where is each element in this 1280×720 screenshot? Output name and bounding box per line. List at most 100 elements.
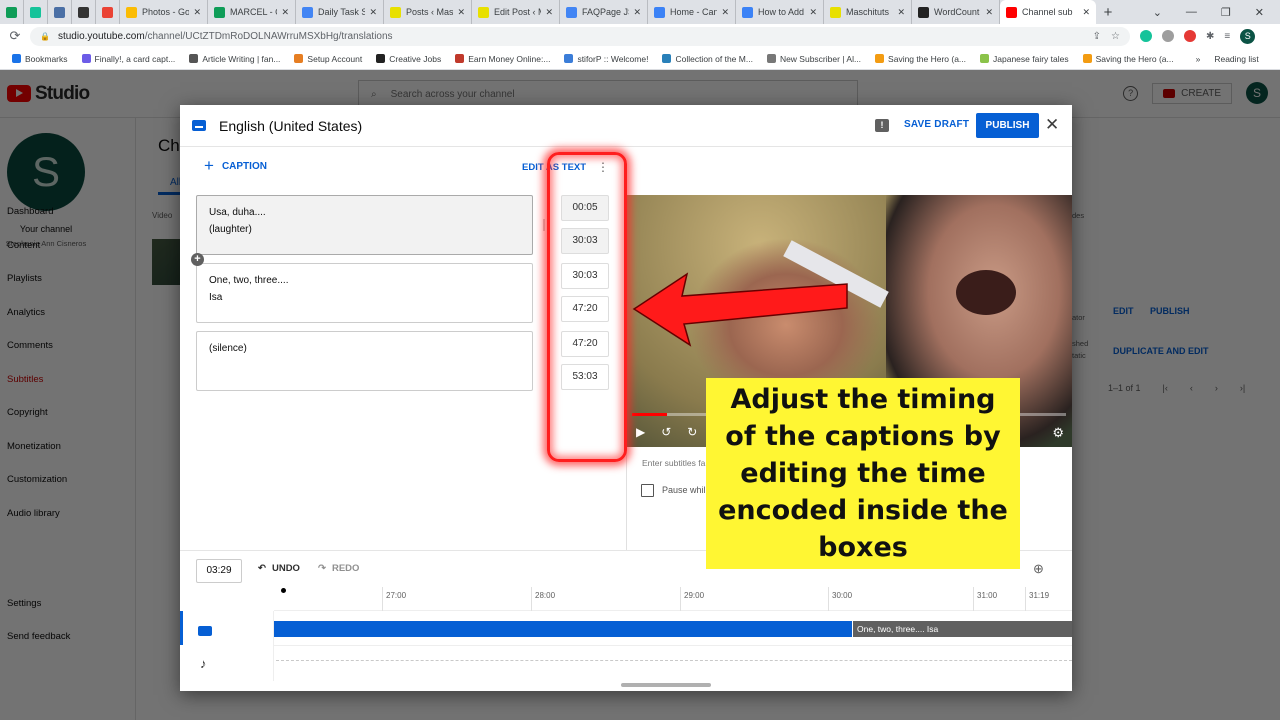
browser-tab[interactable]: Maschituts ✕: [824, 0, 912, 24]
tab-close-icon[interactable]: ✕: [721, 7, 729, 18]
reading-list-icon[interactable]: ≡: [1224, 31, 1230, 42]
tab-close-icon[interactable]: ✕: [369, 7, 377, 18]
extension-icon[interactable]: [1162, 30, 1174, 42]
settings-gear-icon[interactable]: ⚙: [1052, 425, 1064, 441]
browser-tab[interactable]: FAQPage JS ✕: [560, 0, 648, 24]
close-icon[interactable]: ✕: [1045, 115, 1059, 135]
tab-close-icon[interactable]: ✕: [897, 7, 905, 18]
browser-tab[interactable]: How to Add ✕: [736, 0, 824, 24]
current-time-input[interactable]: 03:29: [196, 559, 242, 583]
tab-title: Posts ‹ Mas: [406, 7, 454, 17]
browser-tab[interactable]: Daily Task S ✕: [296, 0, 384, 24]
save-draft-button[interactable]: SAVE DRAFT: [904, 119, 969, 130]
reload-icon[interactable]: ⟳: [0, 28, 30, 44]
add-caption-button[interactable]: + CAPTION: [204, 157, 267, 174]
rewind-icon[interactable]: ↺: [661, 425, 671, 439]
publish-button[interactable]: PUBLISH: [976, 113, 1039, 138]
caption-text-box[interactable]: One, two, three.... Isa: [196, 263, 533, 323]
video-progress-fill: [632, 413, 667, 416]
minimize-icon[interactable]: —: [1186, 6, 1197, 19]
browser-tab[interactable]: WordCount ✕: [912, 0, 1000, 24]
tab-close-icon[interactable]: ✕: [193, 7, 201, 18]
browser-tab[interactable]: Edit Post ‹ M ✕: [472, 0, 560, 24]
timeline-ruler[interactable]: 27:00 28:00 29:00 30:00 31:00 31:19: [274, 587, 1072, 611]
music-note-icon: ♪: [200, 656, 207, 671]
bookmark-item[interactable]: stiforP :: Welcome!: [564, 54, 648, 64]
browser-tab[interactable]: Posts ‹ Mas ✕: [384, 0, 472, 24]
browser-tab[interactable]: [72, 0, 96, 24]
pause-while-typing-checkbox[interactable]: [641, 484, 654, 497]
browser-tab[interactable]: Home - Can ✕: [648, 0, 736, 24]
forward-icon[interactable]: ↻: [687, 425, 697, 439]
tab-close-icon[interactable]: ✕: [985, 7, 993, 18]
reading-list-button[interactable]: Reading list: [1214, 54, 1258, 64]
share-icon[interactable]: ⇪: [1093, 31, 1101, 42]
tab-close-icon[interactable]: ✕: [281, 7, 289, 18]
browser-tab[interactable]: MARCEL - G ✕: [208, 0, 296, 24]
bookmark-item[interactable]: Japanese fairy tales: [980, 54, 1069, 64]
browser-tab[interactable]: [96, 0, 120, 24]
grammarly-extension-icon[interactable]: [1140, 30, 1152, 42]
mt-icon: [830, 6, 841, 18]
redo-button[interactable]: ↷ REDO: [318, 563, 359, 574]
bookmark-label: Article Writing | fan...: [202, 53, 281, 64]
browser-tab-active[interactable]: Channel sub ✕: [1000, 0, 1096, 24]
dialog-title: English (United States): [219, 118, 363, 134]
tab-close-icon[interactable]: ✕: [633, 7, 641, 18]
photos-icon: [126, 6, 137, 18]
tab-close-icon[interactable]: ✕: [809, 7, 817, 18]
new-tab-button[interactable]: +: [1096, 4, 1120, 21]
browser-tab[interactable]: [0, 0, 24, 24]
tab-close-icon[interactable]: ✕: [545, 7, 553, 18]
bookmark-item[interactable]: Finally!, a card capt...: [81, 54, 175, 64]
megaphone-extension-icon[interactable]: [1184, 30, 1196, 42]
timeline-scrollbar[interactable]: [621, 683, 711, 687]
subtitles-track-icon: [198, 626, 212, 636]
bookmark-item[interactable]: Creative Jobs: [376, 54, 441, 64]
bookmark-item[interactable]: Saving the Hero (a...: [875, 54, 966, 64]
caption-track[interactable]: One, two, three.... Isa: [274, 621, 1072, 637]
browser-tab-bar: Photos - Go ✕ MARCEL - G ✕ Daily Task S ✕ Post…: [0, 0, 1280, 24]
resize-handle[interactable]: [543, 219, 545, 231]
caption-text-box[interactable]: Usa, duha.... (laughter): [196, 195, 533, 255]
caption-segment[interactable]: One, two, three.... Isa: [853, 621, 1072, 637]
canva-icon: [742, 6, 753, 18]
insert-caption-icon[interactable]: +: [191, 253, 204, 266]
window-close-icon[interactable]: ✕: [1255, 6, 1264, 19]
grammarly-icon: [30, 6, 41, 18]
browser-tab[interactable]: Photos - Go ✕: [120, 0, 208, 24]
more-bookmarks-icon[interactable]: »: [1196, 54, 1201, 64]
playhead[interactable]: [281, 588, 286, 593]
bookmark-item[interactable]: Saving the Hero (a...: [1082, 54, 1174, 64]
url-host: studio.youtube.com: [57, 30, 145, 42]
puzzle-extensions-icon[interactable]: ✱: [1206, 31, 1214, 42]
bookmark-item[interactable]: Article Writing | fan...: [189, 54, 280, 64]
tab-close-icon[interactable]: ✕: [1082, 7, 1090, 18]
window-controls: ⌄ — ❐ ✕: [1153, 6, 1280, 19]
bookmark-item[interactable]: New Subscriber | Al...: [766, 54, 861, 64]
caption-text-box[interactable]: (silence): [196, 331, 533, 391]
tab-search-icon[interactable]: ⌄: [1153, 6, 1162, 19]
bookmark-item[interactable]: Setup Account: [294, 54, 362, 64]
dialog-header: English (United States) ! SAVE DRAFT PUB…: [180, 105, 1072, 147]
feedback-icon[interactable]: !: [875, 119, 889, 132]
bookmark-item[interactable]: Collection of the M...: [662, 54, 753, 64]
caption-line: (silence): [209, 343, 247, 354]
tab-close-icon[interactable]: ✕: [457, 7, 465, 18]
bookmark-item[interactable]: Earn Money Online:...: [455, 54, 550, 64]
play-icon[interactable]: ▶: [636, 425, 645, 439]
caption-segment[interactable]: [274, 621, 852, 637]
restore-icon[interactable]: ❐: [1221, 6, 1231, 19]
profile-avatar[interactable]: S: [1240, 28, 1256, 44]
tab-title: Edit Post ‹ M: [494, 7, 542, 17]
page-icon: [564, 54, 574, 63]
undo-button[interactable]: ↶ UNDO: [258, 563, 300, 574]
tab-title: WordCount: [934, 7, 980, 17]
browser-tab[interactable]: [48, 0, 72, 24]
zoom-in-icon[interactable]: ⊕: [1033, 561, 1044, 577]
bookmark-item[interactable]: Bookmarks: [12, 54, 68, 64]
bookmark-icon: [81, 54, 91, 63]
url-input[interactable]: 🔒 studio.youtube.com/channel/UCtZTDmRoDO…: [30, 26, 1130, 46]
browser-tab[interactable]: [24, 0, 48, 24]
bookmark-star-icon[interactable]: ☆: [1111, 31, 1120, 42]
